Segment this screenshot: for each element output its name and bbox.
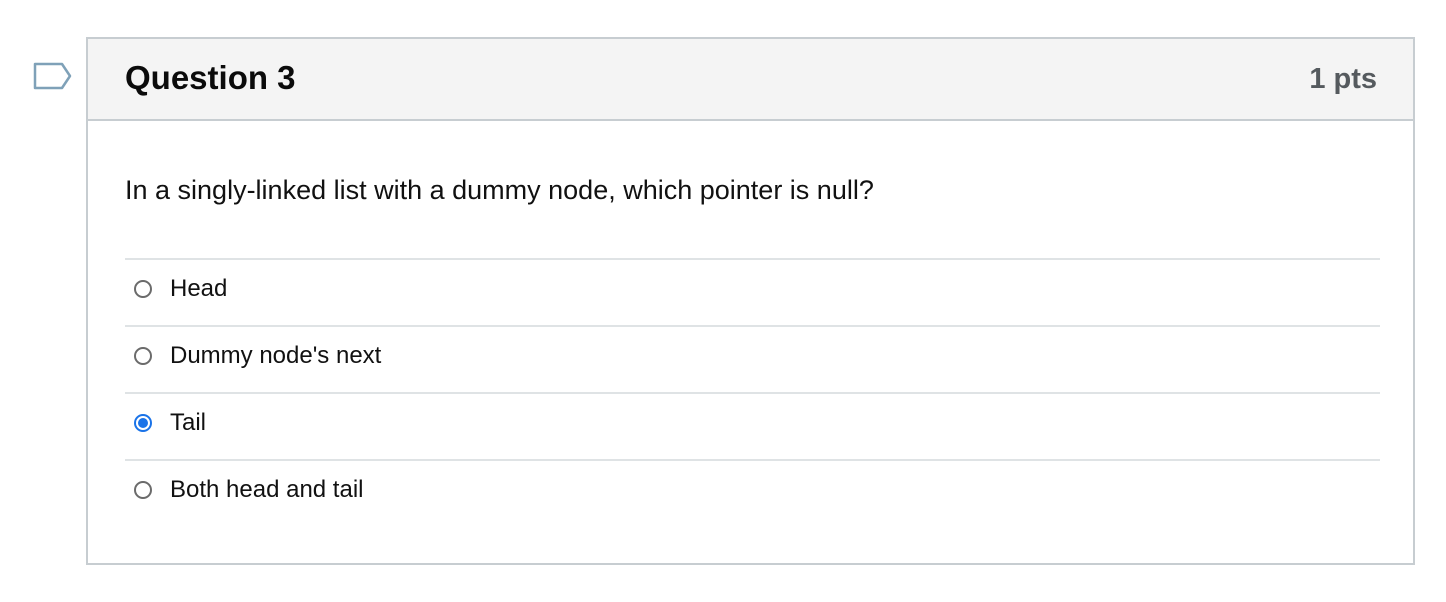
answer-label: Dummy node's next	[170, 342, 382, 369]
radio-button[interactable]	[134, 280, 152, 298]
radio-button[interactable]	[134, 481, 152, 499]
answer-option-tail[interactable]: Tail	[125, 392, 1380, 459]
answer-option-dummy-next[interactable]: Dummy node's next	[125, 325, 1380, 392]
radio-button-selected[interactable]	[134, 414, 152, 432]
answer-label: Both head and tail	[170, 476, 364, 503]
question-header: Question 3 1 pts	[88, 39, 1413, 121]
question-points: 1 pts	[1309, 63, 1377, 95]
answer-label: Tail	[170, 409, 207, 436]
question-card: Question 3 1 pts In a singly-linked list…	[86, 37, 1415, 565]
question-title: Question 3	[125, 59, 296, 96]
answer-option-both[interactable]: Both head and tail	[125, 459, 1380, 526]
radio-button[interactable]	[134, 347, 152, 365]
question-text: In a singly-linked list with a dummy nod…	[125, 175, 874, 205]
answer-option-head[interactable]: Head	[125, 258, 1380, 325]
flag-question-icon[interactable]	[33, 62, 73, 92]
answer-list: Head Dummy node's next Tail Both head an…	[125, 258, 1380, 526]
answer-label: Head	[170, 275, 228, 302]
